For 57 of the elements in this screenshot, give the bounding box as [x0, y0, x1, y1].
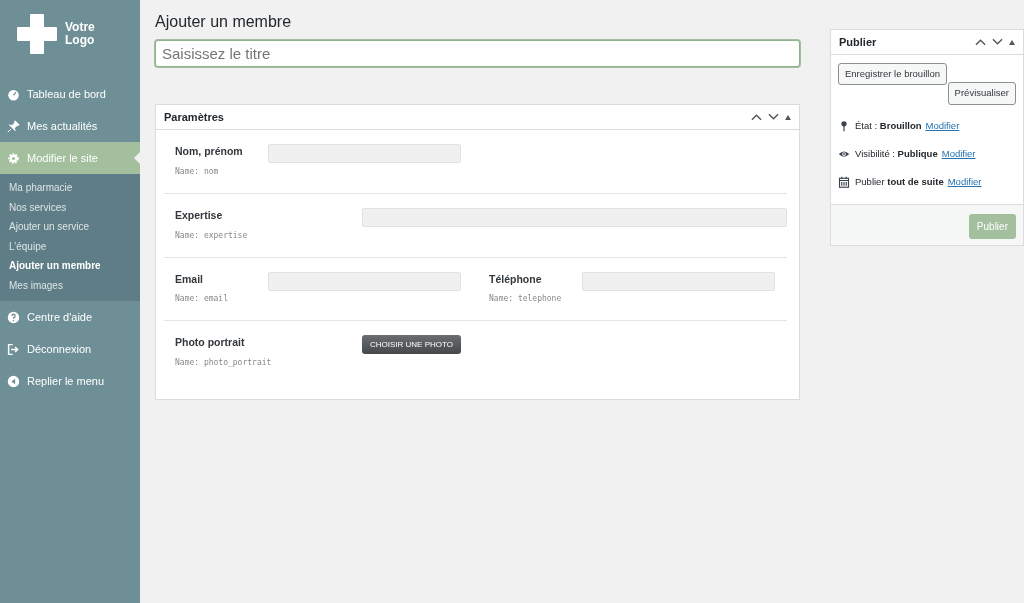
sidebar-item[interactable]: Centre d'aide	[0, 301, 140, 333]
submenu-item[interactable]: L’équipe	[0, 236, 140, 256]
input-field[interactable]	[362, 207, 787, 227]
collapse-icon	[7, 374, 20, 388]
status-text: Publier tout de suite	[855, 175, 944, 189]
preview-button[interactable]: Prévisualiser	[947, 82, 1016, 105]
sidebar-item[interactable]: Déconnexion	[0, 333, 140, 365]
submenu-item[interactable]: Nos services	[0, 197, 140, 217]
logout-icon	[7, 342, 20, 356]
choose-photo-button[interactable]: CHOISIR UNE PHOTO	[362, 335, 461, 355]
submenu-item[interactable]: Ajouter un service	[0, 217, 140, 237]
sidebar-item[interactable]: Modifier le site	[0, 142, 140, 174]
save-draft-button[interactable]: Enregistrer le brouillon	[838, 63, 948, 86]
modify-link[interactable]: Modifier	[941, 146, 976, 161]
logo-text: Logo	[65, 34, 95, 47]
map-pin-icon	[838, 119, 850, 132]
field-label: Email	[175, 271, 204, 287]
calendar-icon	[838, 176, 850, 189]
help-icon	[7, 310, 20, 324]
chevron-down-icon[interactable]	[768, 113, 779, 122]
toggle-triangle-icon[interactable]	[1009, 39, 1015, 45]
title-field[interactable]: Saisissez le titre	[155, 40, 800, 68]
sidebar-item[interactable]: Tableau de bord	[0, 78, 140, 110]
modify-link[interactable]: Modifier	[947, 175, 982, 190]
field-name: Name: photo_portrait	[175, 357, 273, 370]
publish-button[interactable]: Publier	[968, 214, 1016, 240]
submenu-item[interactable]: Ma pharmacie	[0, 178, 140, 198]
field-name: Name: nom	[175, 165, 220, 178]
input-field[interactable]	[268, 144, 461, 164]
field-label: Nom, prénom	[175, 144, 244, 160]
logo-text: Votre	[65, 21, 95, 34]
input-field[interactable]	[582, 271, 775, 291]
sidebar-item[interactable]: Mes actualités	[0, 110, 140, 142]
field-name: Name: expertise	[175, 229, 249, 242]
field-label: Photo portrait	[175, 335, 246, 351]
pin-icon	[7, 119, 20, 133]
field-name: Name: email	[175, 293, 229, 306]
modify-link[interactable]: Modifier	[925, 118, 960, 133]
cross-logo-icon	[17, 14, 57, 54]
field-label: Expertise	[175, 207, 224, 223]
dashboard-icon	[7, 87, 20, 101]
toggle-triangle-icon[interactable]	[785, 114, 791, 120]
submenu-item[interactable]: Mes images	[0, 275, 140, 295]
panel-title: Paramètres	[164, 109, 224, 125]
field-label: Téléphone	[489, 271, 543, 287]
chevron-up-icon[interactable]	[751, 113, 762, 122]
settings-icon	[7, 151, 20, 165]
page-title: Ajouter un membre	[155, 12, 293, 32]
field-name: Name: telephone	[489, 293, 563, 306]
status-text: Visibilité : Publique	[855, 146, 938, 161]
panel-title: Publier	[839, 34, 877, 50]
submenu-item[interactable]: Ajouter un membre	[0, 256, 140, 276]
input-field[interactable]	[268, 271, 461, 291]
sidebar-item[interactable]: Replier le menu	[0, 365, 140, 397]
chevron-down-icon[interactable]	[992, 38, 1003, 46]
chevron-up-icon[interactable]	[975, 38, 986, 46]
status-text: État : Brouillon	[855, 118, 922, 133]
